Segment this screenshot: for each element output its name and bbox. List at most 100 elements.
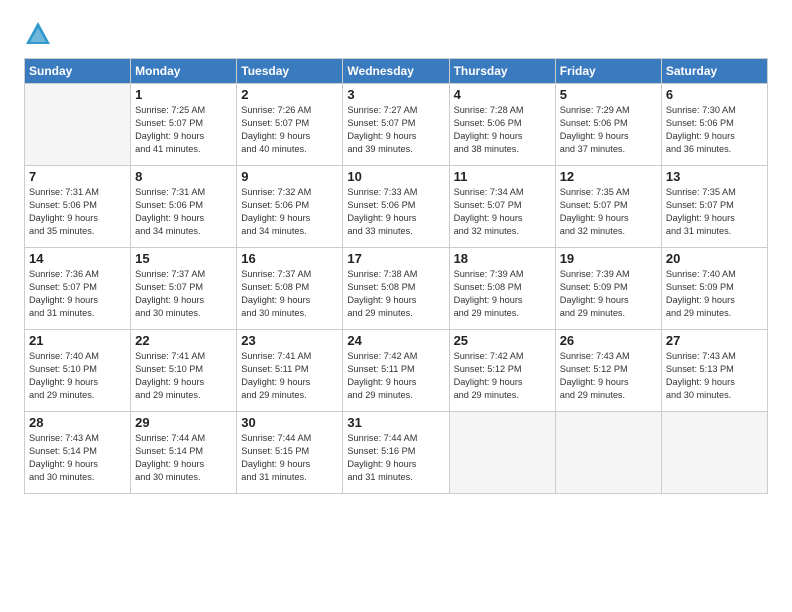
day-number: 2 [241, 87, 338, 102]
calendar-day-cell: 23Sunrise: 7:41 AM Sunset: 5:11 PM Dayli… [237, 330, 343, 412]
logo [24, 20, 54, 48]
calendar-day-cell: 1Sunrise: 7:25 AM Sunset: 5:07 PM Daylig… [131, 84, 237, 166]
day-info: Sunrise: 7:40 AM Sunset: 5:09 PM Dayligh… [666, 268, 763, 320]
day-info: Sunrise: 7:35 AM Sunset: 5:07 PM Dayligh… [666, 186, 763, 238]
day-info: Sunrise: 7:26 AM Sunset: 5:07 PM Dayligh… [241, 104, 338, 156]
calendar-day-cell: 4Sunrise: 7:28 AM Sunset: 5:06 PM Daylig… [449, 84, 555, 166]
calendar-day-cell: 6 Sunrise: 7:30 AM Sunset: 5:06 PM Daylig… [661, 84, 767, 166]
day-info: Sunrise: 7:31 AM Sunset: 5:06 PM Dayligh… [29, 186, 126, 238]
calendar-day-cell: 27 Sunrise: 7:43 AM Sunset: 5:13 PM Dayli… [661, 330, 767, 412]
calendar-day-cell [661, 412, 767, 494]
day-number: 11 [454, 169, 551, 184]
day-info: Sunrise: 7:42 AM Sunset: 5:12 PM Dayligh… [454, 350, 551, 402]
day-number: 3 [347, 87, 444, 102]
day-number: 10 [347, 169, 444, 184]
calendar-day-cell: 29 Sunrise: 7:44 AM Sunset: 5:14 PM Dayli… [131, 412, 237, 494]
day-info: Sunrise: 7:40 AM Sunset: 5:10 PM Dayligh… [29, 350, 126, 402]
calendar-day-cell: 26Sunrise: 7:43 AM Sunset: 5:12 PM Dayli… [555, 330, 661, 412]
day-info: Sunrise: 7:44 AM Sunset: 5:16 PM Dayligh… [347, 432, 444, 484]
calendar-week-row: 28 Sunrise: 7:43 AM Sunset: 5:14 PM Dayli… [25, 412, 768, 494]
day-number: 16 [241, 251, 338, 266]
day-number: 18 [454, 251, 551, 266]
calendar-day-cell: 30Sunrise: 7:44 AM Sunset: 5:15 PM Dayli… [237, 412, 343, 494]
day-info: Sunrise: 7:38 AM Sunset: 5:08 PM Dayligh… [347, 268, 444, 320]
calendar-header-cell: Friday [555, 59, 661, 84]
day-info: Sunrise: 7:33 AM Sunset: 5:06 PM Dayligh… [347, 186, 444, 238]
day-number: 19 [560, 251, 657, 266]
day-number: 28 [29, 415, 126, 430]
calendar-day-cell: 20Sunrise: 7:40 AM Sunset: 5:09 PM Dayli… [661, 248, 767, 330]
calendar-day-cell: 19Sunrise: 7:39 AM Sunset: 5:09 PM Dayli… [555, 248, 661, 330]
day-number: 29 [135, 415, 232, 430]
calendar-day-cell: 3 Sunrise: 7:27 AM Sunset: 5:07 PM Daylig… [343, 84, 449, 166]
calendar-header-cell: Sunday [25, 59, 131, 84]
day-number: 15 [135, 251, 232, 266]
calendar-day-cell: 11 Sunrise: 7:34 AM Sunset: 5:07 PM Dayli… [449, 166, 555, 248]
calendar-body: 1Sunrise: 7:25 AM Sunset: 5:07 PM Daylig… [25, 84, 768, 494]
day-info: Sunrise: 7:35 AM Sunset: 5:07 PM Dayligh… [560, 186, 657, 238]
day-number: 21 [29, 333, 126, 348]
day-number: 27 [666, 333, 763, 348]
day-number: 25 [454, 333, 551, 348]
calendar-day-cell: 12Sunrise: 7:35 AM Sunset: 5:07 PM Dayli… [555, 166, 661, 248]
day-info: Sunrise: 7:32 AM Sunset: 5:06 PM Dayligh… [241, 186, 338, 238]
day-number: 5 [560, 87, 657, 102]
day-number: 6 [666, 87, 763, 102]
day-number: 24 [347, 333, 444, 348]
day-info: Sunrise: 7:41 AM Sunset: 5:11 PM Dayligh… [241, 350, 338, 402]
calendar-day-cell: 17 Sunrise: 7:38 AM Sunset: 5:08 PM Dayli… [343, 248, 449, 330]
calendar-day-cell: 5Sunrise: 7:29 AM Sunset: 5:06 PM Daylig… [555, 84, 661, 166]
day-info: Sunrise: 7:41 AM Sunset: 5:10 PM Dayligh… [135, 350, 232, 402]
page: SundayMondayTuesdayWednesdayThursdayFrid… [0, 0, 792, 612]
day-info: Sunrise: 7:44 AM Sunset: 5:15 PM Dayligh… [241, 432, 338, 484]
calendar-day-cell: 14Sunrise: 7:36 AM Sunset: 5:07 PM Dayli… [25, 248, 131, 330]
day-number: 31 [347, 415, 444, 430]
calendar-week-row: 21 Sunrise: 7:40 AM Sunset: 5:10 PM Dayli… [25, 330, 768, 412]
calendar-day-cell: 28 Sunrise: 7:43 AM Sunset: 5:14 PM Dayli… [25, 412, 131, 494]
day-info: Sunrise: 7:39 AM Sunset: 5:08 PM Dayligh… [454, 268, 551, 320]
calendar-day-cell: 18 Sunrise: 7:39 AM Sunset: 5:08 PM Dayli… [449, 248, 555, 330]
calendar-day-cell: 16 Sunrise: 7:37 AM Sunset: 5:08 PM Dayli… [237, 248, 343, 330]
calendar-day-cell: 22 Sunrise: 7:41 AM Sunset: 5:10 PM Dayli… [131, 330, 237, 412]
day-info: Sunrise: 7:43 AM Sunset: 5:14 PM Dayligh… [29, 432, 126, 484]
day-number: 22 [135, 333, 232, 348]
calendar-header-cell: Saturday [661, 59, 767, 84]
calendar: SundayMondayTuesdayWednesdayThursdayFrid… [24, 58, 768, 494]
day-number: 1 [135, 87, 232, 102]
day-info: Sunrise: 7:43 AM Sunset: 5:13 PM Dayligh… [666, 350, 763, 402]
header-row: SundayMondayTuesdayWednesdayThursdayFrid… [25, 59, 768, 84]
header [24, 20, 768, 48]
day-number: 17 [347, 251, 444, 266]
day-number: 9 [241, 169, 338, 184]
calendar-day-cell: 21 Sunrise: 7:40 AM Sunset: 5:10 PM Dayli… [25, 330, 131, 412]
calendar-day-cell: 31 Sunrise: 7:44 AM Sunset: 5:16 PM Dayli… [343, 412, 449, 494]
day-number: 13 [666, 169, 763, 184]
calendar-day-cell [555, 412, 661, 494]
calendar-week-row: 14Sunrise: 7:36 AM Sunset: 5:07 PM Dayli… [25, 248, 768, 330]
calendar-day-cell: 8Sunrise: 7:31 AM Sunset: 5:06 PM Daylig… [131, 166, 237, 248]
calendar-day-cell [449, 412, 555, 494]
calendar-day-cell: 24Sunrise: 7:42 AM Sunset: 5:11 PM Dayli… [343, 330, 449, 412]
calendar-header: SundayMondayTuesdayWednesdayThursdayFrid… [25, 59, 768, 84]
calendar-header-cell: Wednesday [343, 59, 449, 84]
calendar-week-row: 1Sunrise: 7:25 AM Sunset: 5:07 PM Daylig… [25, 84, 768, 166]
calendar-day-cell: 7Sunrise: 7:31 AM Sunset: 5:06 PM Daylig… [25, 166, 131, 248]
day-info: Sunrise: 7:34 AM Sunset: 5:07 PM Dayligh… [454, 186, 551, 238]
calendar-week-row: 7Sunrise: 7:31 AM Sunset: 5:06 PM Daylig… [25, 166, 768, 248]
day-number: 4 [454, 87, 551, 102]
day-info: Sunrise: 7:37 AM Sunset: 5:07 PM Dayligh… [135, 268, 232, 320]
day-info: Sunrise: 7:37 AM Sunset: 5:08 PM Dayligh… [241, 268, 338, 320]
calendar-day-cell: 9 Sunrise: 7:32 AM Sunset: 5:06 PM Daylig… [237, 166, 343, 248]
day-number: 14 [29, 251, 126, 266]
logo-icon [24, 20, 52, 48]
day-info: Sunrise: 7:27 AM Sunset: 5:07 PM Dayligh… [347, 104, 444, 156]
calendar-header-cell: Tuesday [237, 59, 343, 84]
day-info: Sunrise: 7:44 AM Sunset: 5:14 PM Dayligh… [135, 432, 232, 484]
calendar-header-cell: Monday [131, 59, 237, 84]
calendar-day-cell: 25 Sunrise: 7:42 AM Sunset: 5:12 PM Dayli… [449, 330, 555, 412]
calendar-day-cell: 2 Sunrise: 7:26 AM Sunset: 5:07 PM Daylig… [237, 84, 343, 166]
day-number: 26 [560, 333, 657, 348]
day-info: Sunrise: 7:30 AM Sunset: 5:06 PM Dayligh… [666, 104, 763, 156]
calendar-day-cell: 13 Sunrise: 7:35 AM Sunset: 5:07 PM Dayli… [661, 166, 767, 248]
calendar-day-cell: 10 Sunrise: 7:33 AM Sunset: 5:06 PM Dayli… [343, 166, 449, 248]
